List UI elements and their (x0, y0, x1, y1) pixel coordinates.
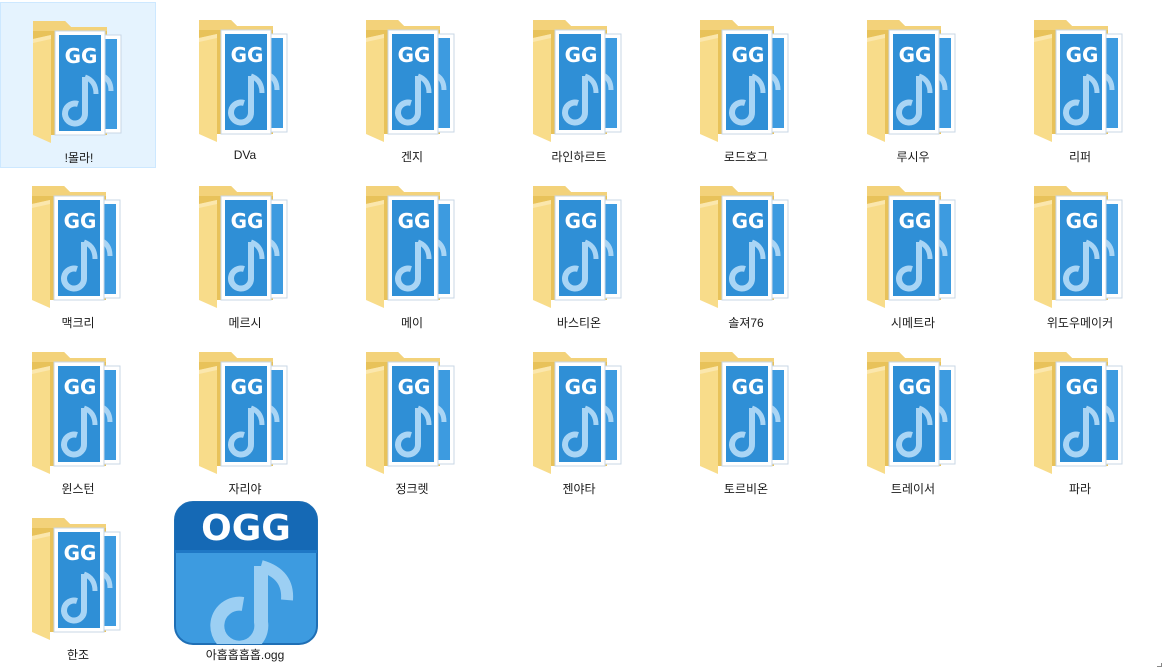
folder-item[interactable]: G GG 트레이서 (835, 334, 991, 500)
ogg-folder-icon: G GG (696, 348, 796, 474)
folder-label: 메르시 (228, 316, 262, 330)
ogg-folder-icon: G GG (696, 182, 796, 308)
ogg-icon-text: OGG (201, 508, 291, 549)
svg-text:GG: GG (231, 43, 264, 67)
ogg-folder-icon: G GG (28, 514, 128, 640)
folder-item[interactable]: G GG !몰라! (0, 2, 156, 168)
folder-label: !몰라! (64, 151, 94, 165)
folder-label: DVa (233, 148, 257, 162)
svg-text:GG: GG (398, 43, 431, 67)
folder-label: 트레이서 (890, 482, 936, 496)
folder-item[interactable]: G GG DVa (167, 2, 323, 168)
folder-item[interactable]: G GG 리퍼 (1002, 2, 1158, 168)
ogg-folder-icon: G GG (1030, 16, 1130, 142)
svg-text:GG: GG (565, 375, 598, 399)
ogg-folder-icon: G GG (28, 182, 128, 308)
svg-text:GG: GG (565, 209, 598, 233)
svg-text:GG: GG (899, 209, 932, 233)
svg-text:GG: GG (1066, 375, 1099, 399)
folder-label: 젠야타 (562, 482, 596, 496)
folder-label: 위도우메이커 (1046, 316, 1114, 330)
folder-label: 겐지 (400, 150, 424, 164)
folder-label: 정크렛 (395, 482, 429, 496)
folder-item[interactable]: G GG 시메트라 (835, 168, 991, 334)
folder-label: 로드호그 (723, 150, 769, 164)
ogg-folder-icon: G GG (195, 16, 295, 142)
folder-label: 바스티온 (556, 316, 602, 330)
ogg-folder-icon: G GG (362, 182, 462, 308)
folder-label: 윈스턴 (61, 482, 95, 496)
folder-item[interactable]: G GG 메르시 (167, 168, 323, 334)
ogg-folder-icon: G GG (529, 348, 629, 474)
ogg-folder-icon: G GG (29, 17, 129, 143)
folder-label: 자리야 (228, 482, 262, 496)
folder-label: 파라 (1068, 482, 1092, 496)
svg-text:GG: GG (64, 209, 97, 233)
file-label: 아홉홉홉홉.ogg (205, 648, 285, 662)
svg-text:GG: GG (398, 209, 431, 233)
ogg-folder-icon: G GG (1030, 348, 1130, 474)
folder-item[interactable]: G GG 파라 (1002, 334, 1158, 500)
resize-grip-icon[interactable] (1157, 663, 1162, 667)
ogg-folder-icon: G GG (863, 16, 963, 142)
folder-item[interactable]: G GG 로드호그 (668, 2, 824, 168)
folder-label: 메이 (400, 316, 424, 330)
folder-label: 토르비온 (723, 482, 769, 496)
folder-label: 맥크리 (61, 316, 95, 330)
folder-item[interactable]: G GG 솔져76 (668, 168, 824, 334)
ogg-folder-icon: G GG (362, 16, 462, 142)
svg-text:GG: GG (65, 44, 98, 68)
svg-text:GG: GG (565, 43, 598, 67)
svg-text:GG: GG (398, 375, 431, 399)
ogg-folder-icon: G GG (195, 348, 295, 474)
svg-text:GG: GG (1066, 209, 1099, 233)
ogg-file-item[interactable]: OGG 아홉홉홉홉.ogg (167, 500, 323, 666)
ogg-folder-icon: G GG (696, 16, 796, 142)
folder-item[interactable]: G GG 위도우메이커 (1002, 168, 1158, 334)
folder-label: 리퍼 (1068, 150, 1092, 164)
ogg-folder-icon: G GG (863, 348, 963, 474)
folder-item[interactable]: G GG 한조 (0, 500, 156, 666)
folder-item[interactable]: G GG 라인하르트 (501, 2, 657, 168)
folder-item[interactable]: G GG 젠야타 (501, 334, 657, 500)
ogg-folder-icon: G GG (1030, 182, 1130, 308)
svg-text:GG: GG (732, 209, 765, 233)
folder-label: 라인하르트 (551, 150, 607, 164)
ogg-folder-icon: G GG (863, 182, 963, 308)
folder-label: 한조 (66, 648, 90, 662)
ogg-folder-icon: G GG (195, 182, 295, 308)
svg-text:GG: GG (64, 375, 97, 399)
folder-item[interactable]: G GG 루시우 (835, 2, 991, 168)
folder-label: 솔져76 (728, 316, 764, 330)
folder-item[interactable]: G GG 메이 (334, 168, 490, 334)
folder-item[interactable]: G GG 맥크리 (0, 168, 156, 334)
folder-label: 루시우 (896, 150, 930, 164)
ogg-folder-icon: G GG (362, 348, 462, 474)
folder-item[interactable]: G GG 바스티온 (501, 168, 657, 334)
ogg-file-icon: OGG (173, 500, 319, 646)
folder-item[interactable]: G GG 자리야 (167, 334, 323, 500)
folder-item[interactable]: G GG 윈스턴 (0, 334, 156, 500)
folder-label: 시메트라 (890, 316, 936, 330)
svg-text:GG: GG (732, 375, 765, 399)
svg-text:GG: GG (899, 43, 932, 67)
ogg-folder-icon: G GG (28, 348, 128, 474)
svg-text:GG: GG (899, 375, 932, 399)
ogg-folder-icon: G GG (529, 16, 629, 142)
svg-text:GG: GG (1066, 43, 1099, 67)
folder-item[interactable]: G GG 정크렛 (334, 334, 490, 500)
ogg-folder-icon: G GG (529, 182, 629, 308)
svg-text:GG: GG (732, 43, 765, 67)
svg-text:GG: GG (64, 541, 97, 565)
svg-text:GG: GG (231, 209, 264, 233)
file-explorer-grid: G GG !몰라! G GG DVa G (0, 0, 1164, 669)
folder-item[interactable]: G GG 겐지 (334, 2, 490, 168)
svg-text:GG: GG (231, 375, 264, 399)
folder-item[interactable]: G GG 토르비온 (668, 334, 824, 500)
